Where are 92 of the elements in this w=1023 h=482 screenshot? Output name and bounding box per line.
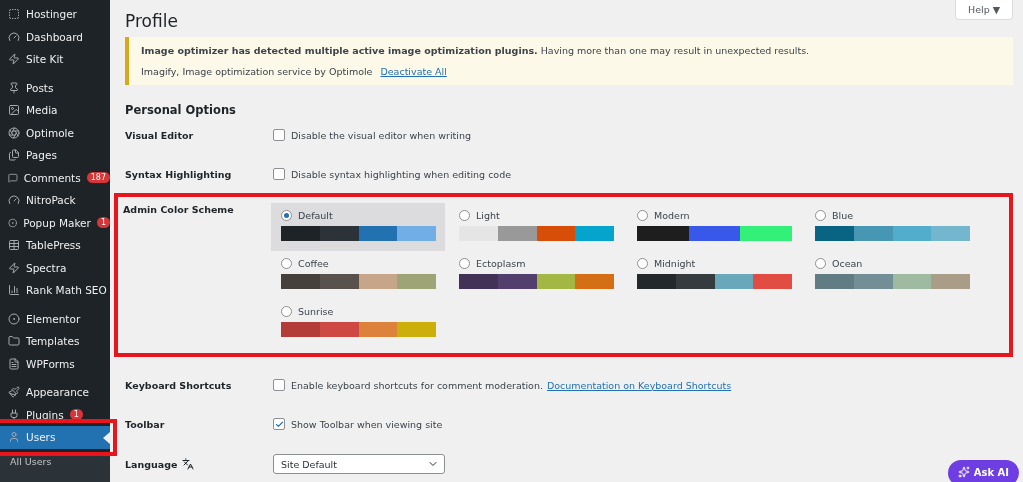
translate-icon (182, 458, 195, 470)
bar-chart-icon (8, 284, 20, 297)
radio-button[interactable] (281, 210, 292, 221)
image-icon (8, 104, 20, 117)
menu-item[interactable]: Popup Maker 1 (0, 211, 110, 234)
menu-item[interactable]: TablePress (0, 234, 110, 257)
option-text: Enable keyboard shortcuts for comment moderation. Documentation on Keyboard Shortcuts (291, 379, 732, 391)
sparkle-icon (957, 466, 970, 478)
current-pointer-icon (103, 432, 110, 444)
color-scheme-option[interactable]: Sunrise (271, 299, 445, 347)
aperture-icon (8, 126, 20, 139)
field-label: Keyboard Shortcuts (125, 380, 232, 391)
scheme-name: Ectoplasm (476, 258, 526, 269)
menu-item[interactable]: Pages (0, 144, 110, 167)
scheme-name: Modern (654, 210, 690, 221)
count-badge: 1 (69, 409, 83, 421)
ask-ai-button[interactable]: Ask AI (947, 460, 1019, 482)
menu-item[interactable]: Rank Math SEO (0, 279, 110, 302)
pages-icon (8, 149, 20, 162)
submenu-item[interactable]: All Users (0, 454, 110, 482)
radio-button[interactable] (815, 258, 826, 269)
menu-item[interactable]: Appearance (0, 381, 110, 404)
option-text: Disable the visual editor when writing (291, 129, 471, 141)
section-title: Personal Options (125, 103, 237, 117)
menu-item[interactable]: Optimole (0, 121, 110, 144)
menu-item[interactable]: Elementor (0, 307, 110, 330)
table-icon (8, 239, 20, 252)
notice-text: Image optimizer has detected multiple active image optimization plugins. Having more than one may result in unexpected results. (141, 45, 811, 56)
bolt-icon (8, 53, 20, 66)
radio-button[interactable] (637, 210, 648, 221)
radio-button[interactable] (459, 210, 470, 221)
field-label: Language (125, 458, 178, 470)
field-label: Toolbar (125, 419, 165, 430)
option-text: Disable syntax highlighting when editing code (291, 168, 512, 180)
count-badge: 1 (96, 217, 110, 229)
field-label: Admin Color Scheme (123, 204, 234, 215)
color-scheme-option[interactable]: Ocean (805, 251, 979, 299)
comment-icon (8, 171, 18, 184)
scheme-name: Sunrise (298, 306, 334, 317)
menu-item[interactable]: Spectra (0, 256, 110, 279)
menu-item[interactable]: Comments 187 (0, 166, 110, 189)
scheme-name: Light (476, 210, 500, 221)
scheme-name: Midnight (654, 258, 696, 269)
gauge-icon (8, 30, 20, 43)
target-icon (8, 216, 18, 229)
field-label: Syntax Highlighting (125, 169, 232, 180)
count-badge: 187 (86, 172, 110, 184)
color-scheme-option[interactable]: Blue (805, 203, 979, 251)
checkbox[interactable] (273, 418, 285, 430)
checkbox[interactable] (273, 129, 285, 141)
page-title: Profile (125, 11, 178, 31)
gauge-icon (8, 194, 20, 207)
color-scheme-option[interactable]: Modern (627, 203, 801, 251)
bolt-icon (8, 261, 20, 274)
help-button[interactable]: Help ▼ (955, 0, 1013, 20)
color-scheme-option[interactable]: Coffee (271, 251, 445, 299)
menu-item[interactable]: Media (0, 99, 110, 122)
target-icon (8, 312, 20, 325)
checkbox[interactable] (273, 379, 285, 391)
menu-item[interactable]: NitroPack (0, 189, 110, 212)
menu-item[interactable]: Dashboard (0, 25, 110, 48)
menu-item[interactable]: Templates (0, 330, 110, 353)
radio-button[interactable] (815, 210, 826, 221)
notice-plugins: Imagify, Image optimization service by Optimole Deactivate All (141, 66, 448, 77)
color-scheme-option[interactable]: Ectoplasm (449, 251, 623, 299)
checkbox[interactable] (273, 168, 285, 180)
option-text: Show Toolbar when viewing site (291, 418, 443, 430)
menu-item[interactable]: Hostinger (0, 3, 110, 26)
radio-button[interactable] (281, 306, 292, 317)
deactivate-link[interactable]: Deactivate All (380, 66, 447, 77)
radio-button[interactable] (281, 258, 292, 269)
scheme-name: Ocean (832, 258, 863, 269)
scheme-name: Default (298, 210, 333, 221)
field-label: Visual Editor (125, 130, 194, 141)
form-icon (8, 357, 20, 370)
color-scheme-option[interactable]: Midnight (627, 251, 801, 299)
documentation-link[interactable]: Documentation on Keyboard Shortcuts (546, 379, 732, 391)
scheme-name: Blue (832, 210, 854, 221)
menu-item[interactable]: Posts (0, 76, 110, 99)
folder-icon (8, 335, 20, 348)
user-icon (8, 431, 20, 444)
radio-button[interactable] (637, 258, 648, 269)
menu-item[interactable]: WPForms (0, 352, 110, 375)
radio-button[interactable] (459, 258, 470, 269)
color-scheme-option[interactable]: Light (449, 203, 623, 251)
language-select[interactable]: Site Default (273, 454, 445, 474)
color-scheme-option[interactable]: Default (271, 203, 445, 251)
plug-icon (8, 408, 20, 421)
brush-icon (8, 386, 20, 399)
menu-item[interactable]: Site Kit (0, 48, 110, 71)
scheme-name: Coffee (298, 258, 329, 269)
pin-icon (8, 81, 20, 94)
